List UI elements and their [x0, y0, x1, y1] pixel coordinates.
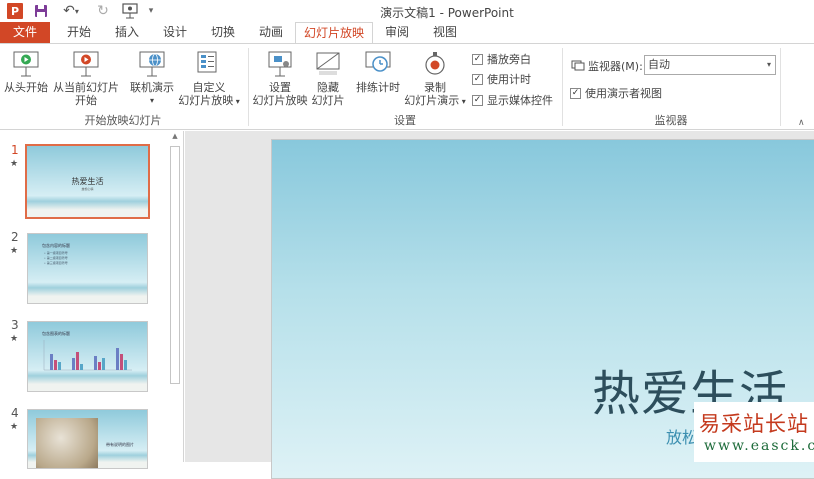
from-current-button[interactable]: 从当前幻灯片 开始: [51, 50, 121, 107]
record-show-button[interactable]: 录制 幻灯片演示 ▾: [402, 50, 468, 108]
slide-thumbnail-2[interactable]: 包含内容的标题 • 第一级项目符号 • 第二级项目符号 • 第三级项目符号: [27, 233, 148, 304]
setup-show-button[interactable]: 设置 幻灯片放映: [251, 50, 309, 107]
slide-thumbnail-3[interactable]: 包含图表的标题: [27, 321, 148, 392]
custom-show-button[interactable]: 自定义 幻灯片放映 ▾: [177, 50, 241, 108]
group-divider: [248, 48, 249, 126]
tab-review[interactable]: 审阅: [373, 22, 421, 44]
from-beginning-button[interactable]: 从头开始: [3, 50, 49, 94]
stopwatch-icon: [363, 50, 393, 78]
show-media-controls-checkbox[interactable]: ✓ 显示媒体控件: [472, 92, 553, 108]
tab-animations[interactable]: 动画: [247, 22, 295, 44]
record-icon: [420, 50, 450, 78]
tab-file[interactable]: 文件: [0, 22, 50, 44]
slide-number: 2: [11, 230, 19, 244]
chart-thumbnail-icon: [43, 340, 132, 371]
slide-number: 4: [11, 406, 19, 420]
rehearse-timings-button[interactable]: 排练计时: [352, 50, 404, 94]
group-label-monitors: 监视器: [654, 114, 688, 127]
chevron-down-icon: ▾: [149, 96, 154, 105]
monitor-select[interactable]: 自动 ▾: [644, 55, 776, 75]
online-present-button[interactable]: 联机演示 ▾: [127, 50, 177, 107]
animation-star-icon: ★: [10, 159, 19, 169]
collapse-ribbon-icon[interactable]: ∧: [798, 118, 805, 128]
tab-design[interactable]: 设计: [151, 22, 199, 44]
title-bar: P ↶ ▾ ↻ ▾ 演示文稿1 - PowerPoint: [0, 0, 814, 22]
thumbnail-scrollbar[interactable]: ▲: [168, 131, 182, 462]
tab-home[interactable]: 开始: [55, 22, 103, 44]
tab-transitions[interactable]: 切换: [199, 22, 247, 44]
animation-star-icon: ★: [10, 334, 19, 344]
group-label-start: 开始放映幻灯片: [84, 114, 162, 127]
ribbon: 从头开始 从当前幻灯片 开始 联机演示 ▾ 自定义 幻灯片放映 ▾ 开始放映幻灯…: [0, 44, 814, 130]
animation-star-icon: ★: [10, 422, 19, 432]
seashell-image: [36, 418, 98, 468]
slide-thumbnail-1[interactable]: 热爱生活 放松心情: [25, 144, 150, 219]
tab-view[interactable]: 视图: [421, 22, 469, 44]
group-label-setup: 设置: [394, 114, 416, 127]
site-watermark: 易采站长站 www.easck.com: [694, 402, 814, 462]
checkmark-icon: ✓: [472, 94, 483, 106]
tab-slideshow[interactable]: 幻灯片放映: [295, 22, 373, 45]
presenter-view-checkbox[interactable]: ✓ 使用演示者视图: [570, 85, 662, 101]
globe-icon: [137, 50, 167, 78]
ribbon-tabs: 文件 开始 插入 设计 切换 动画 幻灯片放映 审阅 视图: [0, 22, 814, 45]
monitor-icon: [571, 60, 585, 71]
checkmark-icon: ✓: [472, 53, 483, 65]
use-timings-checkbox[interactable]: ✓ 使用计时: [472, 71, 531, 87]
animation-star-icon: ★: [10, 246, 19, 256]
group-divider: [780, 48, 781, 126]
hide-slide-button[interactable]: 隐藏 幻灯片: [310, 50, 346, 107]
monitor-label: 监视器(M):: [571, 58, 643, 74]
from-current-icon: [71, 50, 101, 78]
group-divider: [562, 48, 563, 126]
slide-number: 1: [11, 143, 19, 157]
play-narrations-checkbox[interactable]: ✓ 播放旁白: [472, 51, 531, 67]
setup-show-icon: [265, 50, 295, 78]
tab-insert[interactable]: 插入: [103, 22, 151, 44]
chevron-down-icon: ▾: [766, 60, 771, 69]
hide-slide-icon: [313, 50, 343, 78]
scroll-thumb[interactable]: [170, 146, 180, 384]
slide-number: 3: [11, 318, 19, 332]
window-title: 演示文稿1 - PowerPoint: [380, 6, 514, 20]
from-beginning-icon: [11, 50, 41, 78]
scroll-up-icon[interactable]: ▲: [169, 132, 181, 144]
slide-thumbnail-pane: 1 ★ 热爱生活 放松心情 2 ★ 包含内容的标题 • 第一级项目符号 • 第二…: [0, 131, 184, 469]
chevron-down-icon: ▾: [459, 97, 466, 106]
slide-thumbnail-4[interactable]: 带有说明的图片: [27, 409, 148, 469]
chevron-down-icon: ▾: [233, 97, 240, 106]
custom-show-icon: [194, 50, 224, 78]
checkmark-icon: ✓: [472, 73, 483, 85]
checkmark-icon: ✓: [570, 87, 581, 99]
